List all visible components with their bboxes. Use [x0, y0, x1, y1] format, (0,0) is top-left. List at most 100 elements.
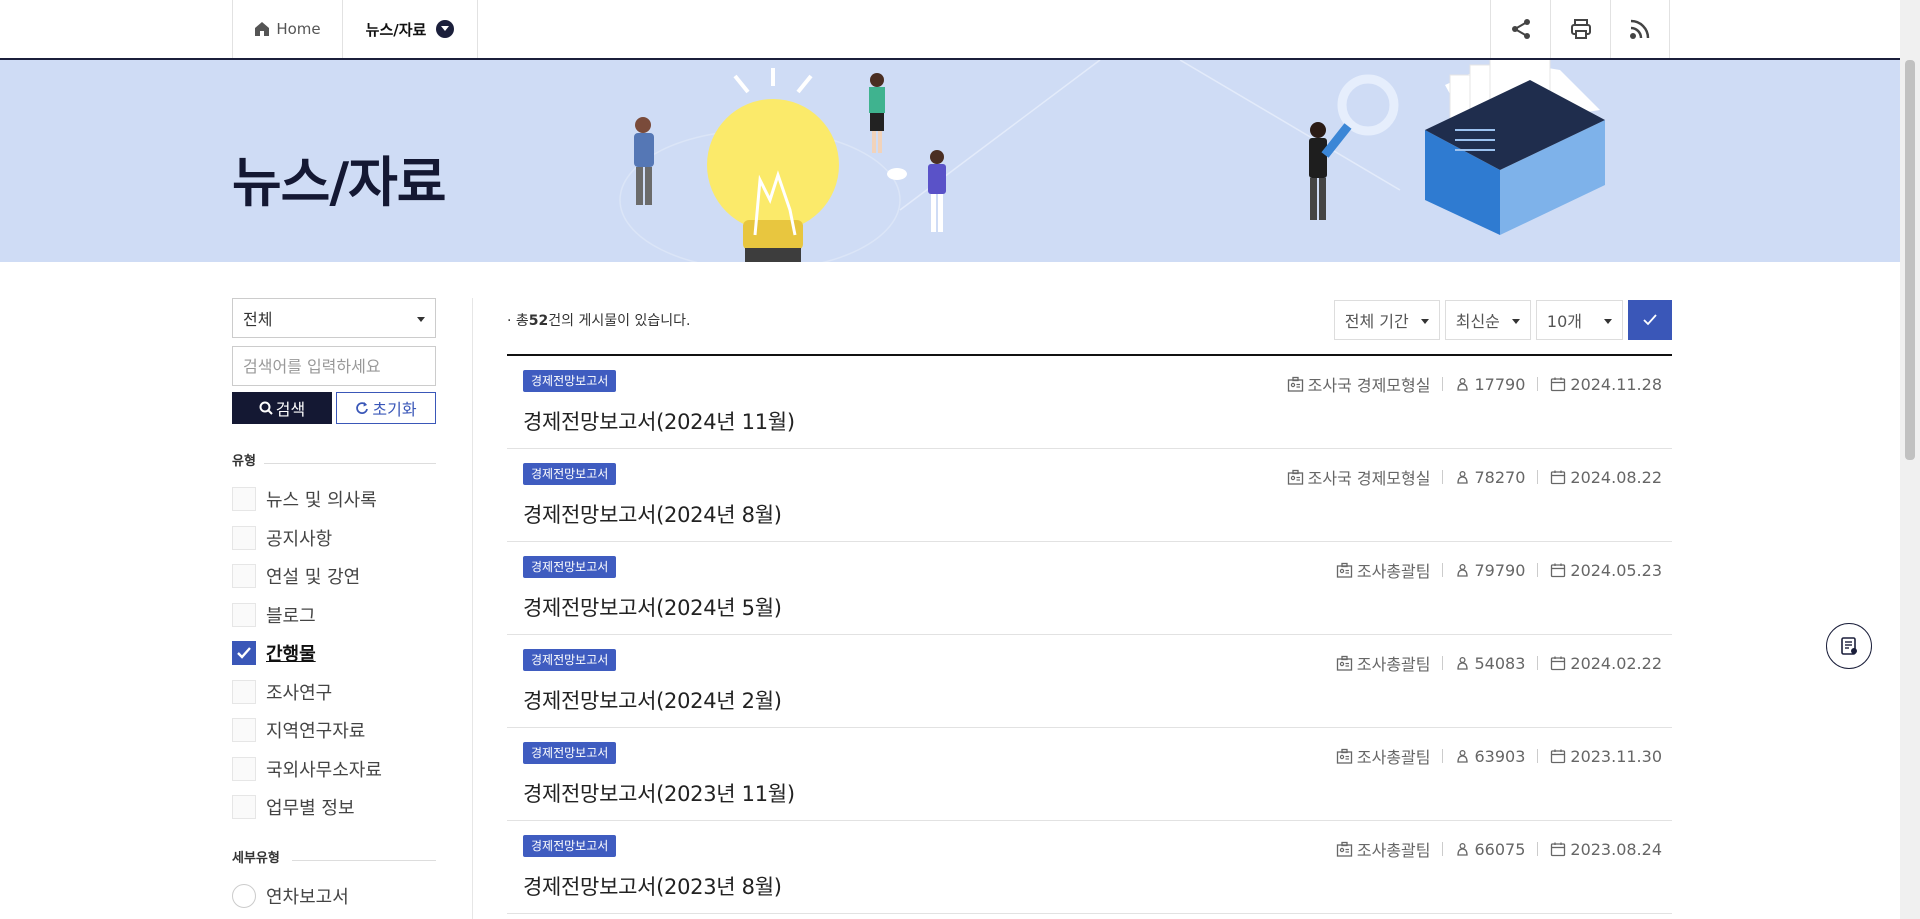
department-icon [1287, 376, 1303, 392]
type-option[interactable]: 블로그 [232, 596, 436, 635]
calendar-icon [1551, 656, 1566, 671]
breadcrumb-current[interactable]: 뉴스/자료 [342, 0, 478, 58]
meta-divider [1442, 377, 1444, 391]
type-option[interactable]: 연설 및 강연 [232, 557, 436, 596]
post-department: 조사총괄팀 [1336, 837, 1430, 861]
reset-button[interactable]: 초기화 [336, 392, 436, 424]
checkbox[interactable] [232, 795, 256, 820]
subtype-section-label: 세부유형 [232, 849, 436, 869]
page-banner: 뉴스/자료 [0, 60, 1900, 262]
check-icon [237, 647, 251, 659]
breadcrumb-home[interactable]: Home [232, 0, 342, 58]
sort-select[interactable]: 최신순 [1444, 300, 1531, 340]
calendar-icon [1551, 377, 1566, 392]
meta-divider [1537, 377, 1539, 391]
result-count: · 총52건의 게시물이 있습니다. [507, 313, 691, 329]
filter-sidebar: 전체 검색 초기화 유형 뉴스 및 의사록 공지사항 연설 및 강연 블로그 간… [232, 298, 436, 915]
post-list: 경제전망보고서 경제전망보고서(2024년 11월) 조사국 경제모형실 17790 2… [507, 354, 1672, 914]
category-badge: 경제전망보고서 [523, 742, 617, 764]
type-option[interactable]: 업무별 정보 [232, 788, 436, 827]
post-views: 63903 [1455, 747, 1525, 766]
type-option[interactable]: 조사연구 [232, 673, 436, 712]
view-count-icon [1457, 749, 1469, 763]
print-button[interactable] [1550, 0, 1610, 58]
checkbox[interactable] [232, 487, 256, 512]
meta-divider [1442, 749, 1444, 763]
view-count-icon [1457, 563, 1469, 577]
reset-button-label: 초기화 [372, 402, 417, 419]
post-views: 54083 [1455, 654, 1525, 673]
page-title: 뉴스/자료 [232, 151, 446, 214]
post-meta: 조사총괄팀 79790 2024.05.23 [1336, 558, 1662, 582]
search-input[interactable] [232, 346, 436, 386]
apply-filter-button[interactable] [1628, 300, 1672, 340]
checkbox-checked[interactable] [232, 641, 256, 666]
post-meta: 조사총괄팀 66075 2023.08.24 [1336, 837, 1662, 861]
chevron-down-icon[interactable] [436, 20, 455, 38]
meta-divider [1442, 563, 1444, 577]
breadcrumb-current-label: 뉴스/자료 [365, 20, 427, 39]
post-title-link[interactable]: 경제전망보고서(2024년 5월) [523, 592, 782, 622]
department-icon [1336, 841, 1353, 857]
checkbox[interactable] [232, 718, 256, 743]
view-count-icon [1457, 842, 1469, 856]
post-title-link[interactable]: 경제전망보고서(2023년 11월) [523, 778, 795, 808]
checkbox[interactable] [232, 679, 256, 704]
type-option-publications[interactable]: 간행물 [232, 634, 436, 673]
post-meta: 조사국 경제모형실 17790 2024.11.28 [1287, 372, 1662, 396]
post-date: 2023.08.24 [1550, 840, 1662, 859]
type-option[interactable]: 뉴스 및 의사록 [232, 480, 436, 519]
checkbox[interactable] [232, 756, 256, 781]
meta-divider [1442, 470, 1444, 484]
checkbox[interactable] [232, 602, 256, 627]
radio-button[interactable] [232, 883, 256, 908]
post-date: 2024.02.22 [1550, 654, 1662, 673]
type-section-label: 유형 [232, 452, 436, 472]
post-department: 조사국 경제모형실 [1287, 372, 1430, 396]
post-title-link[interactable]: 경제전망보고서(2024년 8월) [523, 499, 782, 529]
period-select[interactable]: 전체 기간 [1333, 300, 1440, 340]
checkbox[interactable] [232, 525, 256, 550]
share-icon [1511, 19, 1530, 39]
floating-menu-button[interactable] [1826, 623, 1872, 669]
post-meta: 조사국 경제모형실 78270 2024.08.22 [1287, 465, 1662, 489]
table-row[interactable]: 경제전망보고서 경제전망보고서(2024년 5월) 조사총괄팀 79790 2024.0… [507, 542, 1672, 635]
category-badge: 경제전망보고서 [523, 370, 617, 392]
department-icon [1336, 748, 1353, 764]
post-views: 79790 [1455, 561, 1525, 580]
category-badge: 경제전망보고서 [523, 463, 617, 485]
type-option[interactable]: 국외사무소자료 [232, 750, 436, 789]
meta-divider [1442, 842, 1444, 856]
post-views: 78270 [1455, 468, 1525, 487]
print-icon [1570, 19, 1591, 39]
scrollbar-thumb[interactable] [1905, 60, 1915, 460]
post-title-link[interactable]: 경제전망보고서(2023년 8월) [523, 871, 782, 901]
post-title-link[interactable]: 경제전망보고서(2024년 2월) [523, 685, 782, 715]
refresh-icon [356, 402, 369, 414]
post-meta: 조사총괄팀 63903 2023.11.30 [1336, 744, 1662, 768]
type-option[interactable]: 지역연구자료 [232, 711, 436, 750]
breadcrumb-home-label: Home [276, 20, 321, 38]
table-row[interactable]: 경제전망보고서경제전망보고서(2024년 8월) 조사국 경제모형실 78270 20… [507, 449, 1672, 542]
caret-down-icon [1511, 319, 1520, 324]
table-row[interactable]: 경제전망보고서 경제전망보고서(2024년 11월) 조사국 경제모형실 17790 2… [507, 356, 1672, 449]
table-row[interactable]: 경제전망보고서 경제전망보고서(2023년 8월) 조사총괄팀 66075 2023.0… [507, 821, 1672, 914]
table-row[interactable]: 경제전망보고서 경제전망보고서(2024년 2월) 조사총괄팀 54083 2024.0… [507, 635, 1672, 728]
share-button[interactable] [1490, 0, 1550, 58]
checkbox[interactable] [232, 564, 256, 589]
scope-select[interactable]: 전체 [232, 298, 436, 338]
subtype-option[interactable]: 연차보고서 [232, 877, 436, 916]
check-icon [1643, 314, 1657, 326]
meta-divider [1537, 563, 1539, 577]
search-icon [259, 401, 273, 415]
page-scrollbar[interactable] [1900, 0, 1920, 919]
meta-divider [1537, 656, 1539, 670]
post-title-link[interactable]: 경제전망보고서(2024년 11월) [523, 406, 795, 436]
page-size-select[interactable]: 10개 [1535, 300, 1623, 340]
post-views: 17790 [1455, 375, 1525, 394]
rss-button[interactable] [1610, 0, 1670, 58]
table-row[interactable]: 경제전망보고서경제전망보고서(2023년 11월) 조사총괄팀 63903 2023.… [507, 728, 1672, 821]
type-option[interactable]: 공지사항 [232, 519, 436, 558]
calendar-icon [1551, 842, 1566, 857]
search-button[interactable]: 검색 [232, 392, 332, 424]
